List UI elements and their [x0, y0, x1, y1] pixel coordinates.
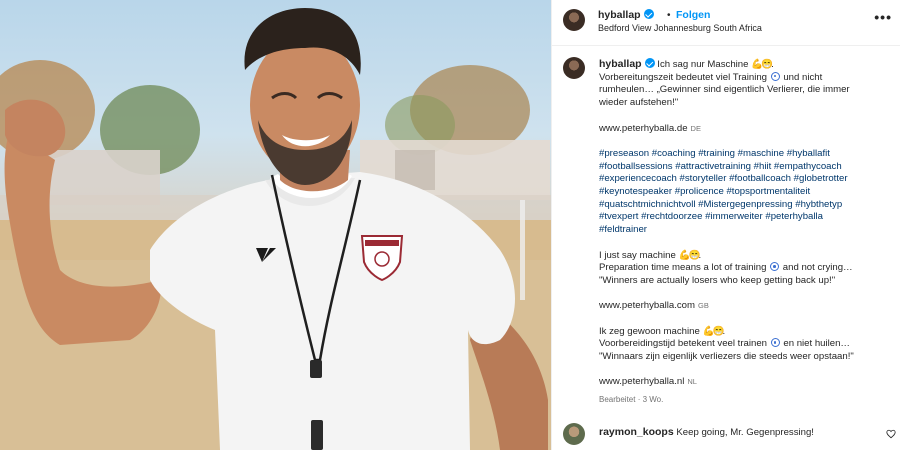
verified-badge-icon: [643, 9, 654, 19]
author-username[interactable]: hyballap: [598, 9, 654, 21]
flag-gb: GB: [697, 301, 709, 311]
caption-text: "Winnaars zijn eigenlijk verliezers die …: [599, 351, 854, 363]
caption-text: Preparation time means a lot of training: [599, 262, 767, 274]
caption-text: and not crying…: [782, 262, 853, 274]
website-link-nl[interactable]: www.peterhyballa.nl: [599, 376, 684, 387]
comment-text: raymon_koops Keep going, Mr. Gegenpressi…: [599, 426, 814, 438]
hashtag-line[interactable]: #feldtrainer: [599, 224, 884, 237]
caption-author-avatar[interactable]: [563, 57, 585, 79]
caption-text: Vorbereitungszeit bedeutet viel Training: [599, 71, 767, 83]
comment-body: Keep going, Mr. Gegenpressing!: [676, 427, 814, 438]
hashtag-line[interactable]: #footballsessions #attractivetraining #h…: [599, 161, 884, 174]
separator-dot: •: [667, 10, 671, 21]
hashtag-line[interactable]: #experiencecoach #storyteller #footballc…: [599, 173, 884, 186]
caption-section: hyballap Ich sag nur Maschine 💪😁. Vorber…: [552, 47, 900, 417]
grin-emoji-icon: 😁: [761, 59, 774, 70]
comment-row: raymon_koops Keep going, Mr. Gegenpressi…: [552, 418, 900, 450]
heart-icon[interactable]: [886, 429, 896, 439]
website-link-de[interactable]: www.peterhyballa.de: [599, 123, 688, 134]
hashtag-line[interactable]: #keynotespeaker #prolicence #topsportmen…: [599, 186, 884, 199]
post-meta: Bearbeitet · 3 Wo.: [599, 395, 664, 404]
soccer-ball-emoji-icon: [770, 262, 780, 272]
caption-username[interactable]: hyballap: [599, 58, 642, 70]
hashtag-line[interactable]: #tvexpert #rechtdoorzee #immerweiter #pe…: [599, 211, 884, 224]
caption-text: Voorbereidingstijd betekent veel trainen: [599, 338, 768, 350]
caption-text: rumheulen… „Gewinner sind eigentlich Ver…: [599, 84, 850, 96]
caption-text: wieder aufstehen!": [599, 97, 679, 109]
post-header: hyballap • Folgen Bedford View Johannesb…: [552, 0, 900, 46]
author-avatar[interactable]: [563, 9, 585, 31]
more-options-icon[interactable]: •••: [874, 10, 892, 24]
verified-badge-icon: [644, 58, 655, 68]
muscle-emoji-icon: 💪: [678, 249, 691, 261]
caption-text: "Winners are actually losers who keep ge…: [599, 274, 836, 286]
hashtag-line[interactable]: #quatschtmichnichtvoll #Mistergegenpress…: [599, 199, 884, 212]
grin-emoji-icon: 😁: [688, 249, 701, 261]
post-location[interactable]: Bedford View Johannesburg South Africa: [598, 23, 762, 33]
caption-text: Ik zeg gewoon machine: [599, 325, 700, 337]
soccer-ball-emoji-icon: [770, 71, 780, 81]
muscle-emoji-icon: 💪: [702, 325, 715, 337]
commenter-username[interactable]: raymon_koops: [599, 426, 674, 438]
post-sidebar: hyballap • Folgen Bedford View Johannesb…: [551, 0, 900, 450]
soccer-ball-emoji-icon: [770, 338, 780, 348]
website-link-com[interactable]: www.peterhyballa.com: [599, 300, 695, 311]
caption-text: I just say machine: [599, 249, 676, 261]
grin-emoji-icon: 😁: [712, 325, 725, 337]
caption-text: Ich sag nur Maschine: [657, 59, 749, 70]
flag-nl: NL: [687, 377, 697, 387]
muscle-emoji-icon: 💪: [751, 59, 764, 70]
commenter-avatar[interactable]: [563, 423, 585, 445]
follow-button[interactable]: Folgen: [676, 9, 710, 21]
flag-de: DE: [690, 123, 701, 133]
caption-text: und nicht: [783, 71, 823, 83]
post-image: [0, 8, 551, 450]
hashtag-line[interactable]: #preseason #coaching #training #maschine…: [599, 148, 884, 161]
caption-text: en niet huilen…: [783, 338, 851, 350]
post-caption: hyballap Ich sag nur Maschine 💪😁. Vorber…: [599, 58, 884, 389]
post-photo[interactable]: [0, 0, 551, 450]
